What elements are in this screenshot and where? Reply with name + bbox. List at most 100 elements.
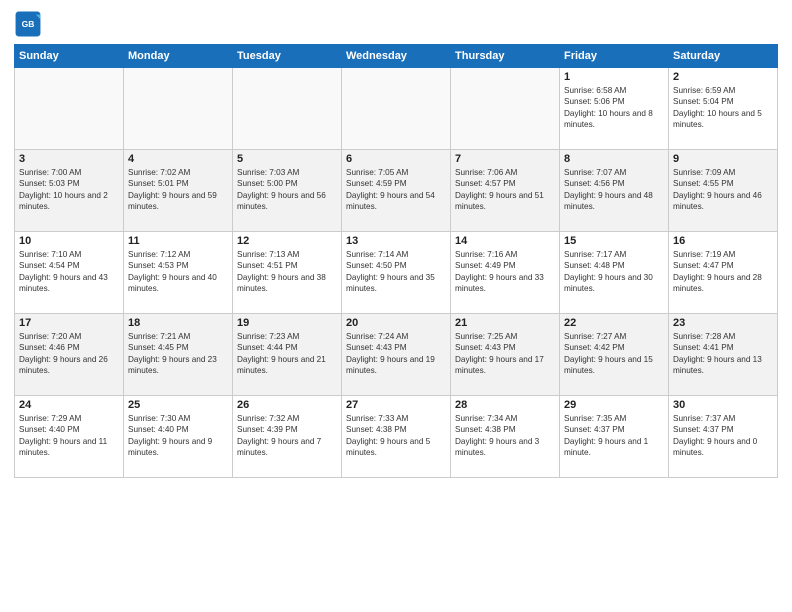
day-number: 28 xyxy=(455,399,555,411)
day-number: 29 xyxy=(564,399,664,411)
week-row-4: 17 Sunrise: 7:20 AM Sunset: 4:46 PM Dayli… xyxy=(15,314,778,396)
day-number: 6 xyxy=(346,153,446,165)
day-number: 22 xyxy=(564,317,664,329)
day-number: 27 xyxy=(346,399,446,411)
calendar-cell: 11 Sunrise: 7:12 AM Sunset: 4:53 PM Dayli… xyxy=(124,232,233,314)
day-info: Sunrise: 7:02 AM Sunset: 5:01 PM Dayligh… xyxy=(128,167,228,213)
day-number: 30 xyxy=(673,399,773,411)
calendar-cell: 22 Sunrise: 7:27 AM Sunset: 4:42 PM Dayli… xyxy=(560,314,669,396)
day-info: Sunrise: 7:28 AM Sunset: 4:41 PM Dayligh… xyxy=(673,331,773,377)
day-info: Sunrise: 7:09 AM Sunset: 4:55 PM Dayligh… xyxy=(673,167,773,213)
day-info: Sunrise: 7:30 AM Sunset: 4:40 PM Dayligh… xyxy=(128,413,228,459)
day-info: Sunrise: 7:27 AM Sunset: 4:42 PM Dayligh… xyxy=(564,331,664,377)
calendar-cell: 9 Sunrise: 7:09 AM Sunset: 4:55 PM Daylig… xyxy=(669,150,778,232)
day-number: 21 xyxy=(455,317,555,329)
day-info: Sunrise: 7:00 AM Sunset: 5:03 PM Dayligh… xyxy=(19,167,119,213)
week-row-2: 3 Sunrise: 7:00 AM Sunset: 5:03 PM Daylig… xyxy=(15,150,778,232)
weekday-header-friday: Friday xyxy=(560,45,669,68)
day-number: 20 xyxy=(346,317,446,329)
calendar-cell: 29Sunrise: 7:35 AM Sunset: 4:37 PM Dayli… xyxy=(560,396,669,478)
day-number: 26 xyxy=(237,399,337,411)
day-info: Sunrise: 7:14 AM Sunset: 4:50 PM Dayligh… xyxy=(346,249,446,295)
day-info: Sunrise: 7:33 AM Sunset: 4:38 PM Dayligh… xyxy=(346,413,446,459)
day-number: 16 xyxy=(673,235,773,247)
day-info: Sunrise: 6:58 AM Sunset: 5:06 PM Dayligh… xyxy=(564,85,664,131)
day-number: 13 xyxy=(346,235,446,247)
calendar-cell: 12 Sunrise: 7:13 AM Sunset: 4:51 PM Dayli… xyxy=(233,232,342,314)
day-number: 10 xyxy=(19,235,119,247)
day-number: 9 xyxy=(673,153,773,165)
calendar-cell: 6 Sunrise: 7:05 AM Sunset: 4:59 PM Daylig… xyxy=(342,150,451,232)
day-number: 3 xyxy=(19,153,119,165)
day-info: Sunrise: 7:29 AM Sunset: 4:40 PM Dayligh… xyxy=(19,413,119,459)
day-info: Sunrise: 7:03 AM Sunset: 5:00 PM Dayligh… xyxy=(237,167,337,213)
day-info: Sunrise: 7:32 AM Sunset: 4:39 PM Dayligh… xyxy=(237,413,337,459)
page: GB SundayMondayTuesdayWednesdayThursdayF… xyxy=(0,0,792,612)
day-info: Sunrise: 7:10 AM Sunset: 4:54 PM Dayligh… xyxy=(19,249,119,295)
day-number: 19 xyxy=(237,317,337,329)
day-info: Sunrise: 7:07 AM Sunset: 4:56 PM Dayligh… xyxy=(564,167,664,213)
calendar-cell: 19 Sunrise: 7:23 AM Sunset: 4:44 PM Dayli… xyxy=(233,314,342,396)
day-number: 1 xyxy=(564,71,664,83)
calendar-cell: 18Sunrise: 7:21 AM Sunset: 4:45 PM Dayli… xyxy=(124,314,233,396)
calendar-cell xyxy=(451,68,560,150)
day-info: Sunrise: 7:34 AM Sunset: 4:38 PM Dayligh… xyxy=(455,413,555,459)
day-info: Sunrise: 7:05 AM Sunset: 4:59 PM Dayligh… xyxy=(346,167,446,213)
day-number: 18 xyxy=(128,317,228,329)
calendar-cell: 17 Sunrise: 7:20 AM Sunset: 4:46 PM Dayli… xyxy=(15,314,124,396)
weekday-header-wednesday: Wednesday xyxy=(342,45,451,68)
day-number: 11 xyxy=(128,235,228,247)
calendar-cell: 21Sunrise: 7:25 AM Sunset: 4:43 PM Dayli… xyxy=(451,314,560,396)
day-info: Sunrise: 7:06 AM Sunset: 4:57 PM Dayligh… xyxy=(455,167,555,213)
day-number: 8 xyxy=(564,153,664,165)
weekday-header-row: SundayMondayTuesdayWednesdayThursdayFrid… xyxy=(15,45,778,68)
calendar-cell: 1 Sunrise: 6:58 AM Sunset: 5:06 PM Daylig… xyxy=(560,68,669,150)
day-number: 15 xyxy=(564,235,664,247)
day-number: 7 xyxy=(455,153,555,165)
day-number: 17 xyxy=(19,317,119,329)
calendar-cell: 23 Sunrise: 7:28 AM Sunset: 4:41 PM Dayli… xyxy=(669,314,778,396)
day-number: 25 xyxy=(128,399,228,411)
weekday-header-tuesday: Tuesday xyxy=(233,45,342,68)
weekday-header-saturday: Saturday xyxy=(669,45,778,68)
calendar-cell: 25 Sunrise: 7:30 AM Sunset: 4:40 PM Dayli… xyxy=(124,396,233,478)
week-row-1: 1 Sunrise: 6:58 AM Sunset: 5:06 PM Daylig… xyxy=(15,68,778,150)
calendar-cell: 15 Sunrise: 7:17 AM Sunset: 4:48 PM Dayli… xyxy=(560,232,669,314)
day-info: Sunrise: 7:20 AM Sunset: 4:46 PM Dayligh… xyxy=(19,331,119,377)
calendar-cell: 20 Sunrise: 7:24 AM Sunset: 4:43 PM Dayli… xyxy=(342,314,451,396)
day-number: 12 xyxy=(237,235,337,247)
svg-text:GB: GB xyxy=(22,19,35,29)
calendar-cell: 4 Sunrise: 7:02 AM Sunset: 5:01 PM Daylig… xyxy=(124,150,233,232)
calendar-cell: 16 Sunrise: 7:19 AM Sunset: 4:47 PM Dayli… xyxy=(669,232,778,314)
header: GB xyxy=(14,10,778,38)
day-info: Sunrise: 7:37 AM Sunset: 4:37 PM Dayligh… xyxy=(673,413,773,459)
calendar-cell: 26 Sunrise: 7:32 AM Sunset: 4:39 PM Dayli… xyxy=(233,396,342,478)
day-info: Sunrise: 7:17 AM Sunset: 4:48 PM Dayligh… xyxy=(564,249,664,295)
calendar-cell: 2 Sunrise: 6:59 AM Sunset: 5:04 PM Daylig… xyxy=(669,68,778,150)
day-info: Sunrise: 7:13 AM Sunset: 4:51 PM Dayligh… xyxy=(237,249,337,295)
calendar-cell: 30 Sunrise: 7:37 AM Sunset: 4:37 PM Dayli… xyxy=(669,396,778,478)
calendar-cell: 8 Sunrise: 7:07 AM Sunset: 4:56 PM Daylig… xyxy=(560,150,669,232)
day-number: 4 xyxy=(128,153,228,165)
logo-icon: GB xyxy=(14,10,42,38)
day-info: Sunrise: 6:59 AM Sunset: 5:04 PM Dayligh… xyxy=(673,85,773,131)
day-number: 23 xyxy=(673,317,773,329)
day-info: Sunrise: 7:24 AM Sunset: 4:43 PM Dayligh… xyxy=(346,331,446,377)
calendar-cell xyxy=(124,68,233,150)
weekday-header-monday: Monday xyxy=(124,45,233,68)
calendar-cell: 24Sunrise: 7:29 AM Sunset: 4:40 PM Dayli… xyxy=(15,396,124,478)
day-info: Sunrise: 7:16 AM Sunset: 4:49 PM Dayligh… xyxy=(455,249,555,295)
calendar-cell xyxy=(15,68,124,150)
calendar-cell xyxy=(233,68,342,150)
weekday-header-thursday: Thursday xyxy=(451,45,560,68)
logo: GB xyxy=(14,10,45,38)
week-row-5: 24Sunrise: 7:29 AM Sunset: 4:40 PM Dayli… xyxy=(15,396,778,478)
day-number: 5 xyxy=(237,153,337,165)
calendar-cell: 5 Sunrise: 7:03 AM Sunset: 5:00 PM Daylig… xyxy=(233,150,342,232)
day-info: Sunrise: 7:23 AM Sunset: 4:44 PM Dayligh… xyxy=(237,331,337,377)
week-row-3: 10 Sunrise: 7:10 AM Sunset: 4:54 PM Dayli… xyxy=(15,232,778,314)
day-number: 14 xyxy=(455,235,555,247)
day-number: 2 xyxy=(673,71,773,83)
day-info: Sunrise: 7:12 AM Sunset: 4:53 PM Dayligh… xyxy=(128,249,228,295)
day-info: Sunrise: 7:19 AM Sunset: 4:47 PM Dayligh… xyxy=(673,249,773,295)
